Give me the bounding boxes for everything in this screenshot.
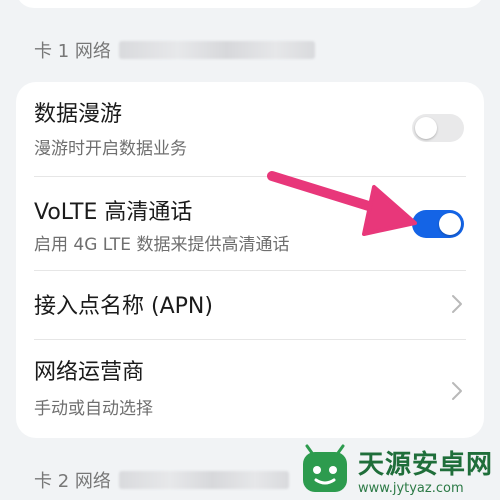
data-roaming-toggle[interactable]: [412, 114, 464, 142]
watermark-logo: [303, 444, 347, 492]
divider: [34, 270, 466, 271]
chevron-right-icon: [452, 382, 462, 400]
apn-title: 接入点名称 (APN): [34, 294, 213, 319]
sim1-settings-card: 数据漫游 漫游时开启数据业务 VoLTE 高清通话 启用 4G LTE 数据来提…: [16, 82, 484, 438]
sim2-network-header: 卡 2 网络: [34, 466, 289, 494]
data-roaming-row[interactable]: 数据漫游 漫游时开启数据业务: [16, 82, 484, 178]
volte-subtitle: 启用 4G LTE 数据来提供高清通话: [34, 235, 290, 255]
sim1-network-label: 卡 1 网络: [34, 41, 111, 62]
divider: [34, 176, 466, 177]
toggle-knob: [439, 213, 461, 235]
watermark-url: www.jytyaz.com: [358, 481, 464, 496]
chevron-right-icon: [452, 295, 462, 313]
site-watermark: 天源安卓网 www.jytyaz.com: [298, 440, 500, 500]
volte-title: VoLTE 高清通话: [34, 200, 193, 225]
redacted-carrier-name: [118, 471, 289, 489]
data-roaming-subtitle: 漫游时开启数据业务: [34, 139, 187, 159]
redacted-carrier-name: [118, 41, 315, 59]
previous-card-edge: [16, 0, 484, 8]
sim2-network-label: 卡 2 网络: [34, 471, 111, 492]
sim1-network-header: 卡 1 网络: [34, 36, 315, 64]
toggle-knob: [415, 117, 437, 139]
network-operator-row[interactable]: 网络运营商 手动或自动选择: [16, 340, 484, 438]
watermark-site-name: 天源安卓网: [358, 450, 494, 480]
apn-row[interactable]: 接入点名称 (APN): [16, 272, 484, 336]
network-operator-title: 网络运营商: [34, 360, 145, 385]
network-operator-subtitle: 手动或自动选择: [34, 399, 153, 419]
data-roaming-title: 数据漫游: [34, 102, 123, 127]
volte-row[interactable]: VoLTE 高清通话 启用 4G LTE 数据来提供高清通话: [16, 178, 484, 268]
volte-toggle[interactable]: [412, 210, 464, 238]
